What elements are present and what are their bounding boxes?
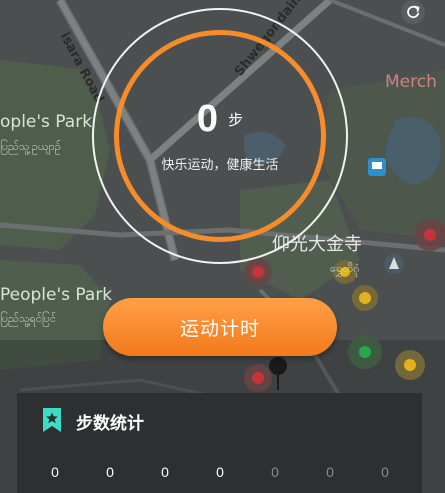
stat-value: 0 (161, 464, 169, 480)
step-count-unit: 步 (228, 111, 244, 129)
stat-value: 0 (381, 464, 389, 480)
start-timer-button[interactable]: 运动计时 (103, 298, 337, 356)
star-badge-icon (43, 408, 61, 432)
stat-value: 0 (271, 464, 279, 480)
map-poi-label: Merch (385, 72, 437, 92)
refresh-button[interactable] (401, 0, 425, 24)
map-park-label: People's Park (0, 285, 113, 305)
slogan-text: 快乐运动，健康生活 (161, 158, 279, 173)
map-park-label-burmese: ပြည်သူ့ဥယျာဉ် (0, 140, 61, 153)
map-park-label: ople's Park (0, 112, 93, 132)
step-stats-title: 步数统计 (76, 414, 144, 434)
stat-value: 0 (216, 464, 224, 480)
stat-value: 0 (51, 464, 59, 480)
step-stats-card: 步数统计 0 0 0 0 0 0 0 (17, 393, 422, 493)
stat-value: 0 (326, 464, 334, 480)
stat-value: 0 (106, 464, 114, 480)
step-count-value: 0 (196, 98, 219, 140)
map-park-label-burmese: ပြည်သူ့ရင်ပြင် (0, 312, 57, 325)
map-poi-label-burmese: ရွှေတိဂုံ (330, 262, 360, 275)
refresh-icon (407, 5, 420, 19)
step-count: 0步 (114, 98, 326, 141)
